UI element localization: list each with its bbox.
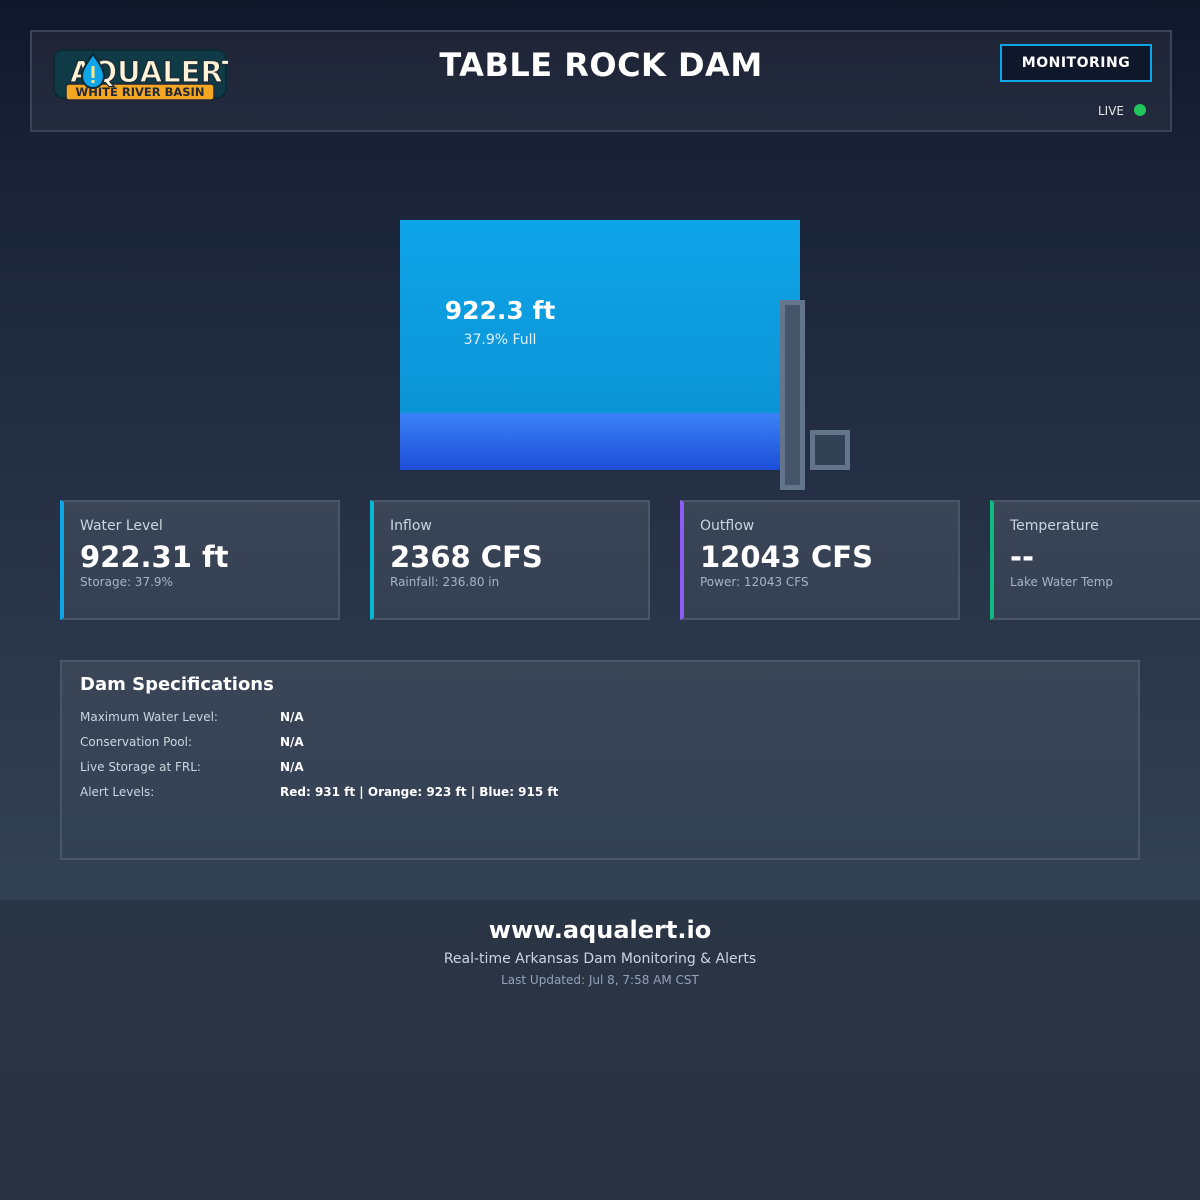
card-inflow: Inflow 2368 CFS Rainfall: 236.80 in [370, 500, 650, 620]
dam-wall [780, 300, 805, 490]
specs-title: Dam Specifications [80, 674, 274, 695]
reservoir-bottom-band [400, 413, 800, 470]
card-value: 922.31 ft [80, 540, 229, 574]
card-label: Temperature [1010, 518, 1099, 534]
card-subtext: Rainfall: 236.80 in [390, 575, 500, 589]
card-value: -- [1010, 540, 1035, 574]
spec-row-conservation-pool: Conservation Pool: N/A [80, 735, 1120, 755]
card-subtext: Power: 12043 CFS [700, 575, 809, 589]
card-label: Inflow [390, 518, 432, 534]
card-subtext: Storage: 37.9% [80, 575, 173, 589]
card-temperature: Temperature -- Lake Water Temp [990, 500, 1200, 620]
spec-row-max-water-level: Maximum Water Level: N/A [80, 710, 1120, 730]
spec-value: Red: 931 ft | Orange: 923 ft | Blue: 915… [280, 785, 559, 799]
card-label: Outflow [700, 518, 755, 534]
footer-tagline: Real-time Arkansas Dam Monitoring & Aler… [443, 951, 757, 967]
card-subtext: Lake Water Temp [1010, 575, 1114, 589]
card-value: 12043 CFS [700, 540, 873, 574]
monitoring-button[interactable]: MONITORING [1000, 44, 1152, 82]
footer-website-link[interactable]: www.aqualert.io [0, 916, 1200, 944]
card-value: 2368 CFS [390, 540, 543, 574]
reservoir-percent-full: 37.9% Full [463, 332, 537, 348]
live-label: LIVE [1098, 104, 1125, 118]
reservoir-level-text: 922.3 ft [444, 296, 556, 325]
card-label: Water Level [80, 518, 163, 534]
spec-key: Maximum Water Level: [80, 710, 218, 724]
spec-key: Live Storage at FRL: [80, 760, 201, 774]
footer-last-updated: Last Updated: Jul 8, 7:58 AM CST [501, 973, 699, 987]
dam-specifications-panel: Dam Specifications Maximum Water Level: … [60, 660, 1140, 860]
spec-value: N/A [280, 760, 304, 774]
spec-value: N/A [280, 735, 304, 749]
card-water-level: Water Level 922.31 ft Storage: 37.9% [60, 500, 340, 620]
dam-gate [810, 430, 850, 470]
header-bar: AQUALERT WHITE RIVER BASIN TABLE ROCK DA… [30, 30, 1172, 132]
spec-value: N/A [280, 710, 304, 724]
spec-row-alert-levels: Alert Levels: Red: 931 ft | Orange: 923 … [80, 785, 1120, 805]
spec-row-live-storage: Live Storage at FRL: N/A [80, 760, 1120, 780]
live-status-indicator [1134, 104, 1146, 116]
logo-subtitle: WHITE RIVER BASIN [76, 85, 205, 99]
spec-key: Alert Levels: [80, 785, 155, 799]
card-outflow: Outflow 12043 CFS Power: 12043 CFS [680, 500, 960, 620]
spec-key: Conservation Pool: [80, 735, 193, 749]
